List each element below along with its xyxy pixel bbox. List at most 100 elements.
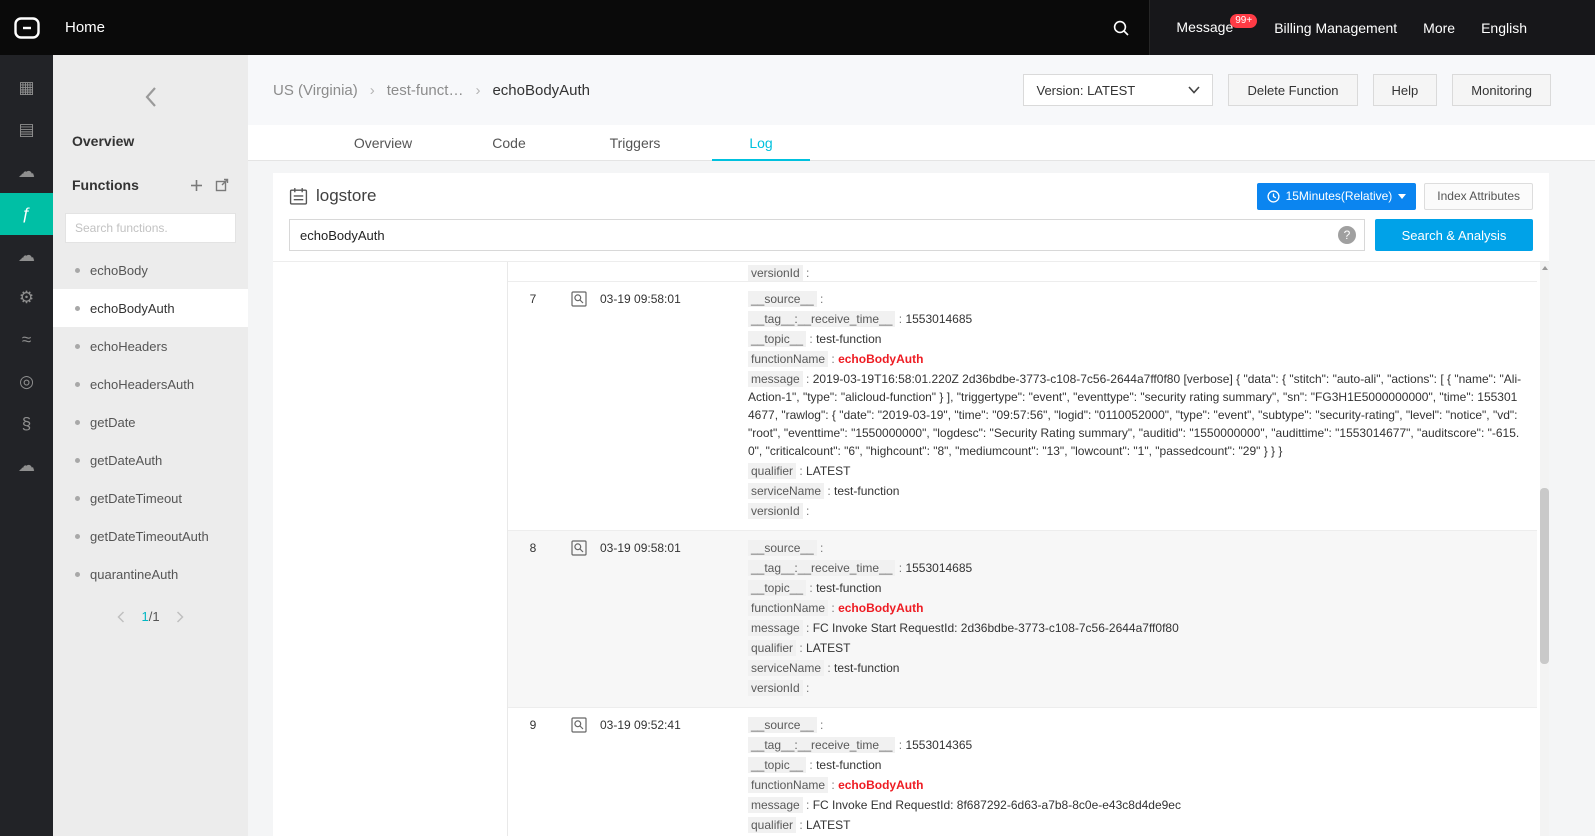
log-field: messageFC Invoke End RequestId: 8f687292… [748,796,1523,814]
version-dropdown[interactable]: Version: LATEST [1023,74,1213,106]
log-results-area: versionId 7 [273,261,1549,836]
function-list-item[interactable]: echoHeaders [53,327,248,365]
function-list-item[interactable]: quarantineAuth [53,555,248,593]
log-row: 8 [508,531,1537,708]
view-log-detail-button[interactable] [571,291,587,312]
functions-label: Functions [72,177,139,193]
function-compute-icon[interactable]: ƒ [0,193,53,235]
scrollbar-thumb[interactable] [1540,488,1549,664]
version-label: Version: LATEST [1036,83,1135,98]
topbar-menu-group: Message99+ Billing Management More Engli… [1149,0,1595,55]
prev-page-icon[interactable] [117,611,125,623]
network-wave-icon[interactable]: ≈ [0,319,53,361]
top-navigation-bar: Home Message99+ Billing Management More … [0,0,1595,55]
log-field-value: test-function [834,661,899,675]
delete-function-button[interactable]: Delete Function [1228,74,1357,106]
search-functions-input[interactable] [65,213,236,243]
container-service-icon[interactable]: ⚙ [0,277,53,319]
popout-icon [215,178,229,192]
function-list-item[interactable]: getDateTimeoutAuth [53,517,248,555]
log-field: functionNameechoBodyAuth [748,350,1523,368]
more-menu[interactable]: More [1423,20,1455,36]
breadcrumb-item[interactable]: echoBodyAuth [492,82,590,99]
sidebar-item-functions[interactable]: Functions [53,163,248,207]
index-attributes-label: Index Attributes [1437,189,1520,203]
page-indicator: 11 [141,609,159,624]
message-menu[interactable]: Message99+ [1176,19,1248,37]
tab-triggers[interactable]: Triggers [572,125,698,160]
clock-icon [1267,190,1280,203]
log-fields: __source__ __tag__:__receive_time__15530… [748,288,1537,522]
tab-label: Code [492,135,525,151]
log-field-key: message [748,371,803,387]
products-grid-icon[interactable]: ▦ [0,67,53,109]
log-scrollbar[interactable] [1540,262,1549,836]
bullet-dot-icon [75,344,80,349]
bullet-dot-icon [75,534,80,539]
plus-icon [190,179,203,192]
log-query-input[interactable] [289,219,1365,251]
ecs-server-icon[interactable]: ▤ [0,109,53,151]
field-colon [803,621,813,635]
log-field-value: LATEST [806,818,850,832]
rail-icon-glyph: ☁ [18,246,35,266]
function-list-item[interactable]: echoBodyAuth [53,289,248,327]
cloud-service-icon[interactable]: ☁ [0,151,53,193]
function-list-item[interactable]: getDateAuth [53,441,248,479]
breadcrumb-item[interactable]: US (Virginia) [273,82,387,99]
function-list: echoBody echoBodyAuth echoHeaders echoHe… [53,251,248,593]
field-colon [796,818,806,832]
query-help-icon[interactable]: ? [1338,226,1356,244]
hybrid-cloud-icon[interactable]: ☁ [0,445,53,487]
message-count-badge: 99+ [1230,14,1257,28]
rail-icon-glyph: ☁ [18,456,35,476]
cloud-storage-icon[interactable]: ☁ [0,235,53,277]
field-colon [817,718,824,732]
scroll-up-arrow[interactable] [1540,262,1549,274]
home-link[interactable]: Home [65,19,105,36]
log-field-key: serviceName [748,483,824,499]
log-field-value: echoBodyAuth [838,778,923,792]
log-row-number: 7 [508,288,558,522]
global-search-button[interactable] [1093,19,1149,37]
tab-overview[interactable]: Overview [320,125,446,160]
language-selector[interactable]: English [1481,20,1527,36]
function-name-label: echoHeadersAuth [90,377,194,392]
chevron-down-icon [1188,86,1200,94]
function-list-item[interactable]: getDateTimeout [53,479,248,517]
monitoring-orbit-icon[interactable]: ◎ [0,361,53,403]
sidebar-item-overview[interactable]: Overview [53,119,248,163]
tab-code[interactable]: Code [446,125,572,160]
rail-icon-glyph: § [22,414,31,434]
log-field: __tag__:__receive_time__1553014685 [748,559,1523,577]
tab-log[interactable]: Log [698,125,824,160]
search-analysis-button[interactable]: Search & Analysis [1375,219,1533,251]
header-actions: Version: LATEST Delete Function Help Mon… [1023,74,1551,106]
next-page-icon[interactable] [176,611,184,623]
function-list-item[interactable]: echoBody [53,251,248,289]
index-attributes-button[interactable]: Index Attributes [1424,183,1533,210]
tab-label: Overview [354,135,412,151]
add-function-button[interactable] [190,179,203,192]
view-log-detail-button[interactable] [571,540,587,561]
time-range-dropdown[interactable]: 15Minutes(Relative) [1257,183,1417,210]
alibaba-cloud-logo[interactable] [0,0,53,55]
function-list-item[interactable]: getDate [53,403,248,441]
function-list-item[interactable]: echoHeadersAuth [53,365,248,403]
function-name-label: getDate [90,415,136,430]
field-colon [817,541,824,555]
log-field: __topic__test-function [748,579,1523,597]
rail-icon-glyph: ▦ [18,78,34,98]
field-colon [796,464,806,478]
bullet-dot-icon [75,382,80,387]
field-colon [895,312,905,326]
sidebar-collapse-button[interactable] [53,75,248,119]
billing-management-menu[interactable]: Billing Management [1274,20,1397,36]
view-log-detail-button[interactable] [571,717,587,738]
help-button[interactable]: Help [1373,74,1438,106]
breadcrumb-item[interactable]: test-funct… [387,82,493,99]
open-functions-page-button[interactable] [215,178,229,192]
api-link-icon[interactable]: § [0,403,53,445]
log-field: message2019-03-19T16:58:01.220Z 2d36bdbe… [748,370,1523,460]
monitoring-button[interactable]: Monitoring [1452,74,1551,106]
